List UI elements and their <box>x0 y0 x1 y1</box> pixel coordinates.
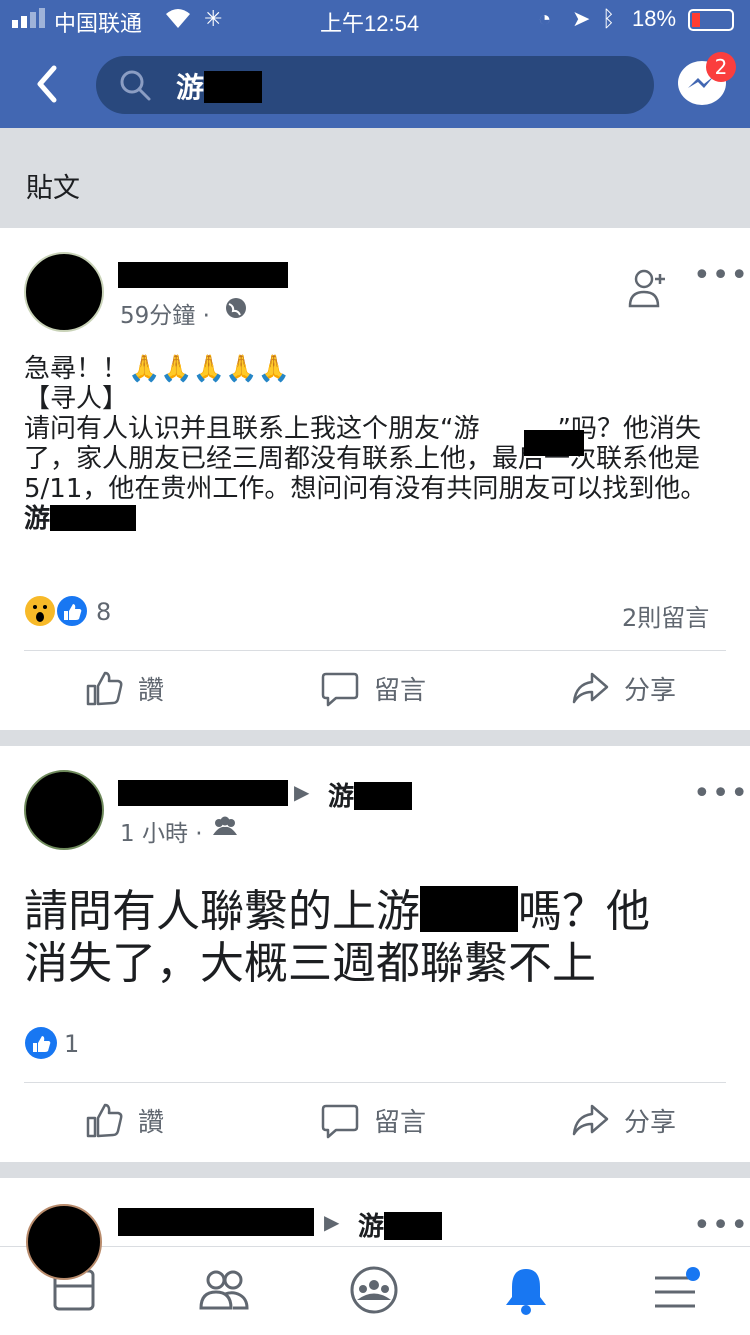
like-label: 讚 <box>138 675 165 706</box>
location-icon: ➤ <box>572 6 591 31</box>
target-name[interactable]: 游 <box>358 1206 443 1243</box>
arrow-right-icon: ▶ <box>324 1210 340 1234</box>
post-text: 急尋！！🙏🙏🙏🙏🙏 【寻人】 请问有人认识并且联系上我这个朋友“游 ”吗？他消失… <box>24 354 707 534</box>
avatar[interactable] <box>26 1204 102 1280</box>
tab-groups[interactable] <box>334 1260 414 1320</box>
reaction-icons[interactable] <box>24 594 90 632</box>
bell-icon <box>506 1269 546 1315</box>
author-name-redacted[interactable] <box>118 262 288 288</box>
like-icon <box>86 1103 123 1138</box>
status-time: 上午12:54 <box>320 11 420 36</box>
like-icon <box>86 671 123 706</box>
post-text: 請問有人聯繫的上游 嗎？他 消失了，大概三週都聯繫不上 <box>24 886 650 989</box>
post-time: 59分鐘 · <box>120 303 210 329</box>
post-time: 1 小時 · <box>120 821 203 847</box>
add-friend-icon[interactable] <box>626 266 670 314</box>
search-icon <box>118 68 152 106</box>
author-name-redacted[interactable] <box>118 780 288 806</box>
loading-icon: ✳ <box>204 6 223 31</box>
comment-label: 留言 <box>374 1107 427 1138</box>
comment-count[interactable]: 2則留言 <box>622 598 709 633</box>
share-button[interactable]: 分享 <box>570 668 676 708</box>
menu-icon <box>655 1267 700 1308</box>
share-label: 分享 <box>624 675 677 706</box>
redaction <box>384 1212 443 1240</box>
friends-icon <box>212 815 238 841</box>
comment-button[interactable]: 留言 <box>320 1100 426 1140</box>
comment-label: 留言 <box>374 675 427 706</box>
target-name[interactable]: 游 <box>328 776 413 813</box>
groups-icon <box>350 1266 398 1314</box>
redaction <box>420 886 518 932</box>
divider <box>24 650 726 651</box>
redaction <box>524 430 584 456</box>
friends-tab-icon <box>199 1270 249 1310</box>
author-name-redacted[interactable] <box>118 1208 314 1236</box>
notification-badge: 2 <box>706 52 736 82</box>
wifi-icon <box>163 4 193 36</box>
reaction-count: 1 <box>64 1030 80 1058</box>
redaction <box>204 71 263 103</box>
redaction <box>354 782 413 810</box>
bluetooth-icon: ᛒ <box>602 6 616 31</box>
tab-notifications[interactable] <box>486 1260 566 1320</box>
back-button[interactable] <box>34 64 60 108</box>
battery-icon <box>688 9 734 31</box>
comment-icon <box>321 1104 359 1139</box>
carrier-name: 中国联通 <box>54 11 143 36</box>
reaction-count: 8 <box>96 598 112 626</box>
more-options-icon[interactable]: ••• <box>693 1208 749 1243</box>
like-button[interactable]: 讚 <box>84 668 164 708</box>
like-reaction-icon[interactable] <box>24 1026 58 1064</box>
avatar[interactable] <box>24 770 104 850</box>
share-button[interactable]: 分享 <box>570 1100 676 1140</box>
rotation-lock-icon: ◔ <box>538 6 552 31</box>
search-query: 游 <box>176 66 263 106</box>
more-options-icon[interactable]: ••• <box>693 258 749 293</box>
more-options-icon[interactable]: ••• <box>693 776 749 811</box>
divider <box>24 1082 726 1083</box>
share-label: 分享 <box>624 1107 677 1138</box>
signal-icon <box>12 6 50 34</box>
comment-button[interactable]: 留言 <box>320 668 426 708</box>
section-title: 貼文 <box>26 173 80 204</box>
tab-friends[interactable] <box>184 1260 264 1320</box>
arrow-right-icon: ▶ <box>294 780 310 804</box>
like-label: 讚 <box>138 1107 165 1138</box>
tab-menu[interactable] <box>636 1260 716 1320</box>
comment-icon <box>321 672 359 707</box>
section-band <box>0 128 750 226</box>
share-icon <box>572 672 609 704</box>
like-button[interactable]: 讚 <box>84 1100 164 1140</box>
share-icon <box>572 1104 609 1136</box>
globe-icon <box>224 296 248 324</box>
battery-percent: 18% <box>632 6 677 31</box>
redaction <box>50 505 137 531</box>
avatar[interactable] <box>24 252 104 332</box>
